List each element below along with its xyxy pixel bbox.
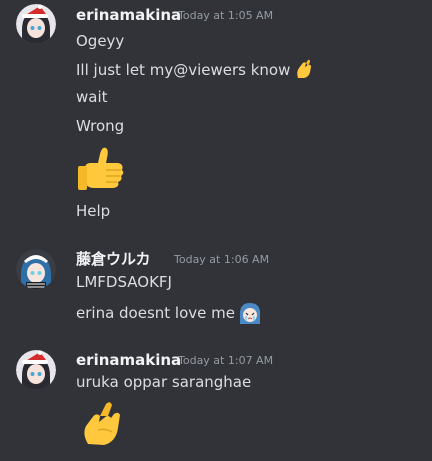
crying-girl-emote-icon[interactable] [238,300,262,324]
avatar-erinamakina[interactable] [16,4,56,44]
thumbs-up-icon[interactable] [76,142,128,194]
blue-hair-girl-avatar-icon [16,249,56,289]
username[interactable]: 藤倉ウルカ [76,248,151,270]
message-text: wait [76,88,108,106]
message-text: uruka oppar saranghae [76,373,252,391]
username[interactable]: erinamakina [76,4,181,26]
message-timestamp: Today at 1:07 AM [178,354,274,367]
message-line: Ill just let my@viewers know [76,58,315,81]
santa-hat-girl-avatar-icon [16,350,56,390]
username[interactable]: erinamakina [76,349,181,371]
santa-hat-girl-avatar-icon [16,4,56,44]
message-text: LMFDSAOKFJ [76,273,172,291]
message-text: Help [76,202,111,220]
message-text: erina doesnt love me [76,304,235,322]
message-text: Wrong [76,117,125,135]
message-timestamp: Today at 1:06 AM [174,253,270,266]
message-text: Ogeyy [76,32,125,50]
message-line: erina doesnt love me [76,300,262,324]
message-timestamp: Today at 1:05 AM [178,9,274,22]
pinched-finger-heart-icon[interactable] [293,58,315,80]
avatar-erinamakina[interactable] [16,350,56,390]
avatar-uruka[interactable] [16,249,56,289]
message-text: Ill just let my@viewers know [76,61,291,79]
finger-heart-icon[interactable] [76,398,126,450]
